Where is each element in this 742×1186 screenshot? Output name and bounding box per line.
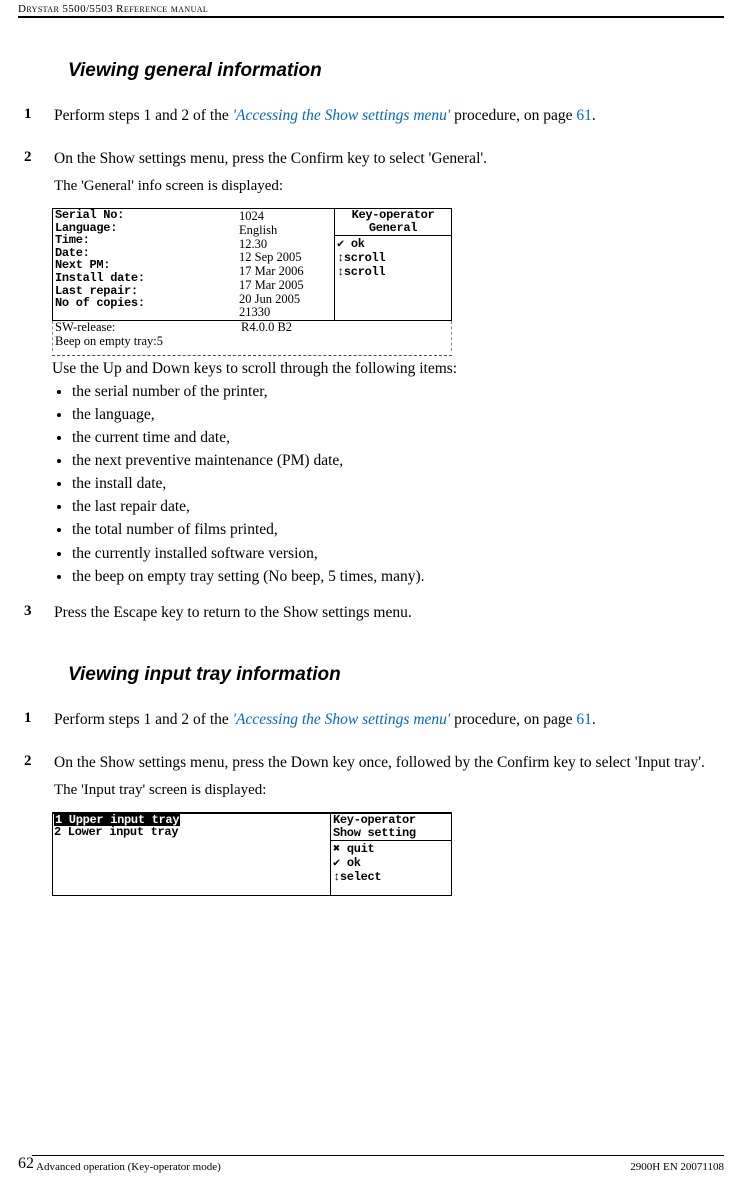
heading-input-tray-info: Viewing input tray information	[68, 664, 708, 686]
list-item: the install date,	[72, 474, 708, 494]
text: The 'General' info screen is displayed:	[54, 176, 708, 196]
text: .	[592, 107, 596, 124]
list-item: the language,	[72, 405, 708, 425]
lcd-value: 5	[157, 334, 163, 348]
lcd-hint: ↕scroll	[337, 266, 449, 280]
bullet-list: the serial number of the printer, the la…	[52, 382, 708, 587]
lcd-value: R4.0.0 B2	[241, 321, 451, 335]
step-body: Perform steps 1 and 2 of the 'Accessing …	[54, 710, 708, 737]
lcd-label: SW-release:	[55, 321, 241, 335]
lcd-value: 17 Mar 2005	[239, 279, 334, 293]
lcd-hint: ✔ ok	[333, 857, 449, 871]
lcd-label: No of copies:	[55, 297, 235, 310]
list-item: the beep on empty tray setting (No beep,…	[72, 567, 708, 587]
text: procedure, on page	[450, 107, 576, 124]
menu-item: 2 Lower input tray	[54, 826, 328, 839]
lcd-subtitle: General	[336, 222, 450, 235]
lcd-hint: ↕select	[333, 871, 449, 885]
lcd-value: 1024	[239, 210, 334, 224]
lcd-value: 21330	[239, 306, 334, 320]
lcd-hint: ↕scroll	[337, 252, 449, 266]
lcd-hint: ✖ quit	[333, 843, 449, 857]
text: Use the Up and Down keys to scroll throu…	[52, 360, 708, 378]
step-number: 2	[22, 753, 54, 806]
page-number: 62	[18, 1155, 34, 1173]
lcd-label: Time:	[55, 234, 235, 247]
lcd-label: Beep on empty tray:	[55, 334, 157, 348]
text: On the Show settings menu, press the Con…	[54, 149, 708, 170]
lcd-value: English	[239, 224, 334, 238]
text: .	[592, 711, 596, 728]
step-number: 3	[22, 603, 54, 630]
list-item: the total number of films printed,	[72, 520, 708, 540]
heading-general-info: Viewing general information	[68, 60, 708, 82]
lcd-label: Install date:	[55, 272, 235, 285]
link-accessing-show-settings[interactable]: 'Accessing the Show settings menu'	[233, 711, 451, 728]
text: Press the Escape key to return to the Sh…	[54, 603, 708, 624]
lcd-value: 12.30	[239, 238, 334, 252]
lcd-value: 12 Sep 2005	[239, 251, 334, 265]
general-info-screen: Serial No: Language: Time: Date: Next PM…	[52, 208, 452, 351]
step-number: 1	[22, 106, 54, 133]
list-item: the next preventive maintenance (PM) dat…	[72, 451, 708, 471]
dashed-rule	[52, 355, 452, 356]
lcd-value: 17 Mar 2006	[239, 265, 334, 279]
lcd-label: Serial No:	[55, 209, 235, 222]
step-body: On the Show settings menu, press the Con…	[54, 149, 708, 202]
step-body: Press the Escape key to return to the Sh…	[54, 603, 708, 630]
text: On the Show settings menu, press the Dow…	[54, 753, 708, 774]
lcd-hint: ✔ ok	[337, 238, 449, 252]
step-number: 2	[22, 149, 54, 202]
lcd-subtitle: Show setting	[333, 827, 449, 840]
footer-left: Advanced operation (Key-operator mode)	[34, 1161, 630, 1173]
text: Perform steps 1 and 2 of the	[54, 107, 233, 124]
footer-right: 2900H EN 20071108	[630, 1161, 724, 1173]
list-item: the currently installed software version…	[72, 544, 708, 564]
running-head: Drystar 5500/5503 Reference manual	[18, 3, 724, 18]
link-page-61[interactable]: 61	[576, 711, 592, 728]
step-body: Perform steps 1 and 2 of the 'Accessing …	[54, 106, 708, 133]
link-accessing-show-settings[interactable]: 'Accessing the Show settings menu'	[233, 107, 451, 124]
link-page-61[interactable]: 61	[576, 107, 592, 124]
lcd-value: 20 Jun 2005	[239, 293, 334, 307]
list-item: the serial number of the printer,	[72, 382, 708, 402]
step-number: 1	[22, 710, 54, 737]
text: The 'Input tray' screen is displayed:	[54, 780, 708, 800]
step-body: On the Show settings menu, press the Dow…	[54, 753, 708, 806]
input-tray-screen: 1 Upper input tray 2 Lower input tray Ke…	[52, 812, 452, 896]
list-item: the last repair date,	[72, 497, 708, 517]
list-item: the current time and date,	[72, 428, 708, 448]
footer-rule	[32, 1155, 724, 1156]
text: procedure, on page	[450, 711, 576, 728]
text: Perform steps 1 and 2 of the	[54, 711, 233, 728]
